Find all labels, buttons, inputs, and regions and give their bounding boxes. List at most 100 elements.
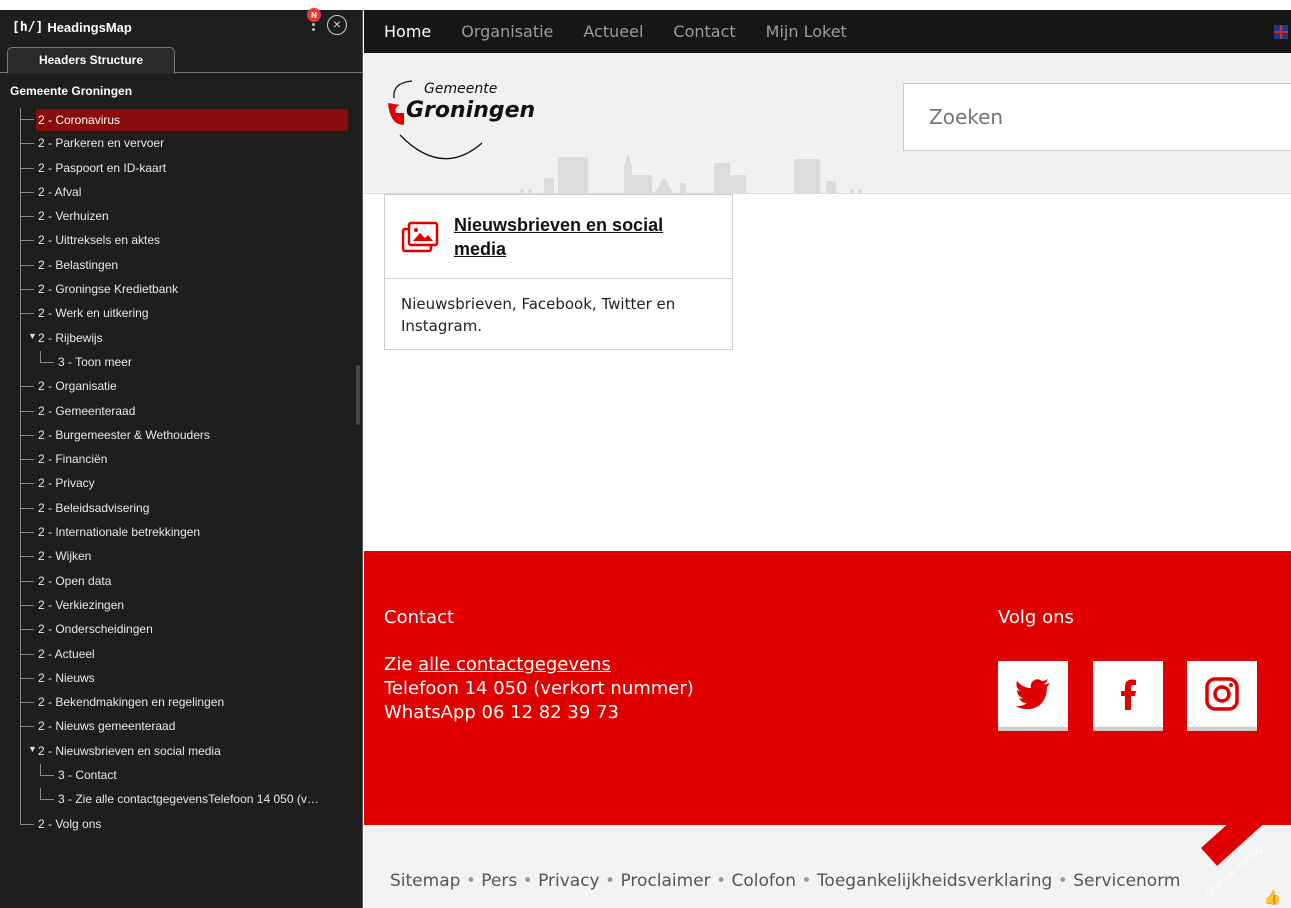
tree-item-label[interactable]: 2 - Internationale betrekkingen (38, 525, 200, 539)
tree-item[interactable]: ▼ 2 - Nieuwsbrieven en social media (0, 739, 362, 765)
tree-item[interactable]: ▼ 2 - Rijbewijs (0, 326, 362, 351)
tree-item-label[interactable]: 2 - Uittreksels en aktes (38, 233, 160, 247)
tree-item[interactable]: 2 - Actueel (0, 642, 362, 667)
tree-item[interactable]: 3 - Zie alle contactgegevensTelefoon 14 … (0, 788, 362, 813)
tree-item-label[interactable]: 2 - Nieuws (38, 671, 95, 685)
tree-item[interactable]: 2 - Nieuws gemeenteraad (0, 715, 362, 740)
tree-item-label[interactable]: 2 - Onderscheidingen (38, 622, 153, 636)
tree-item[interactable]: 2 - Financiën (0, 448, 362, 473)
tree-item[interactable]: 2 - Privacy (0, 472, 362, 497)
tree-item-label[interactable]: 3 - Contact (58, 768, 117, 782)
tree-item-label[interactable]: 2 - Actueel (38, 647, 95, 661)
top-navigation: Home Organisatie Actueel Contact Mijn Lo… (364, 10, 1291, 53)
tree-item[interactable]: 2 - Groningse Kredietbank (0, 278, 362, 303)
uk-flag-icon[interactable] (1274, 25, 1288, 39)
tree-item-label[interactable]: 2 - Volg ons (38, 817, 101, 831)
footer-link[interactable]: Proclaimer (620, 871, 710, 891)
tree-item[interactable]: 2 - Burgemeester & Wethouders (0, 423, 362, 449)
contact-link[interactable]: alle contactgegevens (418, 654, 611, 675)
tree-item-label[interactable]: 2 - Privacy (38, 476, 95, 490)
link-separator: • (517, 871, 539, 891)
tree-item[interactable]: 2 - Afval (0, 180, 362, 206)
footer-link[interactable]: Pers (481, 871, 517, 891)
tree-item[interactable]: 2 - Open data (0, 569, 362, 594)
more-options-icon[interactable] (312, 23, 316, 33)
tree-item[interactable]: 2 - Onderscheidingen (0, 618, 362, 643)
tree-item-label[interactable]: 2 - Werk en uitkering (38, 306, 149, 320)
site-header: Gemeente Groningen (364, 53, 1291, 194)
tree-item[interactable]: 2 - Internationale betrekkingen (0, 521, 362, 546)
expand-caret-icon[interactable]: ▼ (28, 331, 37, 341)
tree-item-label[interactable]: 2 - Open data (38, 574, 111, 588)
tree-item[interactable]: 2 - Verkiezingen (0, 593, 362, 619)
logo-text-main: Groningen (406, 98, 535, 123)
tree-item-label[interactable]: 2 - Gemeenteraad (38, 404, 135, 418)
tree-item[interactable]: 2 - Bekendmakingen en regelingen (0, 691, 362, 716)
news-card-description: Nieuwsbrieven, Facebook, Twitter en Inst… (401, 295, 676, 335)
tree-item[interactable]: 2 - Parkeren en vervoer (0, 132, 362, 157)
thumbs-up-icon: 👍 (1263, 889, 1281, 905)
tree-item[interactable]: 2 - Paspoort en ID-kaart (0, 156, 362, 181)
tree-item[interactable]: 2 - Volg ons (0, 812, 362, 837)
tree-item-label[interactable]: 2 - Beleidsadvisering (38, 501, 149, 515)
footer-link[interactable]: Privacy (538, 871, 600, 891)
tree-item-label[interactable]: 2 - Verhuizen (38, 209, 109, 223)
nav-mijn-loket[interactable]: Mijn Loket (766, 22, 847, 41)
tree-item-label[interactable]: 3 - Zie alle contactgegevensTelefoon 14 … (58, 792, 319, 806)
tree-item[interactable]: 3 - Contact (0, 764, 362, 789)
tree-item[interactable]: 2 - Coronavirus (0, 108, 362, 133)
feedback-ribbon[interactable]: Geef uw mening 👍 (1171, 818, 1291, 908)
tree-item-label[interactable]: 2 - Burgemeester & Wethouders (38, 428, 210, 442)
facebook-icon[interactable] (1093, 661, 1163, 731)
tab-bar: Headers Structure (0, 47, 362, 74)
tree-item-label[interactable]: 2 - Financiën (38, 452, 107, 466)
nav-home[interactable]: Home (384, 22, 431, 41)
tree-item[interactable]: 2 - Verhuizen (0, 205, 362, 230)
tree-item-label[interactable]: 2 - Nieuwsbrieven en social media (38, 744, 221, 758)
logo-text-top: Gemeente (424, 81, 497, 97)
twitter-icon[interactable] (998, 661, 1068, 731)
tree-item-label[interactable]: 2 - Belastingen (38, 258, 118, 272)
tree-item[interactable]: 2 - Wijken (0, 545, 362, 570)
tree-item-label[interactable]: 2 - Wijken (38, 549, 91, 563)
tree-item[interactable]: 2 - Organisatie (0, 375, 362, 400)
news-card[interactable]: Nieuwsbrieven en social media Nieuwsbrie… (384, 194, 733, 350)
tree-item[interactable]: 2 - Beleidsadvisering (0, 496, 362, 522)
tree-item-label[interactable]: 2 - Parkeren en vervoer (38, 136, 164, 150)
tree-item[interactable]: 2 - Uittreksels en aktes (0, 229, 362, 254)
tree-item-label[interactable]: 3 - Toon meer (58, 355, 132, 369)
tree-root-label[interactable]: Gemeente Groningen (10, 84, 132, 98)
tree-item-label[interactable]: 2 - Bekendmakingen en regelingen (38, 695, 224, 709)
nav-actueel[interactable]: Actueel (583, 22, 643, 41)
tree-item-label[interactable]: 2 - Coronavirus (36, 109, 348, 131)
instagram-icon[interactable] (1187, 661, 1257, 731)
link-separator: • (599, 871, 621, 891)
nav-organisatie[interactable]: Organisatie (461, 22, 553, 41)
tree-item[interactable]: 2 - Gemeenteraad (0, 399, 362, 424)
footer-link[interactable]: Toegankelijkheidsverklaring (817, 871, 1052, 891)
footer-link[interactable]: Sitemap (390, 871, 460, 891)
footer-link[interactable]: Servicenorm (1073, 871, 1180, 891)
panel-scrollbar[interactable] (356, 365, 360, 425)
news-card-title[interactable]: Nieuwsbrieven en social media (454, 213, 714, 261)
headingsmap-title: HeadingsMap (47, 19, 132, 35)
tree-item-label[interactable]: 2 - Organisatie (38, 379, 117, 393)
footer-link[interactable]: Colofon (732, 871, 797, 891)
notification-badge[interactable]: N (307, 8, 321, 22)
groningen-logo[interactable]: Gemeente Groningen (382, 73, 552, 173)
close-icon[interactable]: × (327, 15, 347, 35)
tree-item-label[interactable]: 2 - Paspoort en ID-kaart (38, 161, 166, 175)
tree-item-label[interactable]: 2 - Verkiezingen (38, 598, 124, 612)
search-input[interactable] (903, 83, 1291, 151)
tree-item-label[interactable]: 2 - Afval (38, 185, 81, 199)
tree-item[interactable]: 3 - Toon meer (0, 350, 362, 376)
tree-item[interactable]: 2 - Belastingen (0, 253, 362, 279)
expand-caret-icon[interactable]: ▼ (28, 744, 37, 754)
tree-item[interactable]: 2 - Nieuws (0, 666, 362, 692)
nav-contact[interactable]: Contact (673, 22, 735, 41)
tree-item-label[interactable]: 2 - Nieuws gemeenteraad (38, 719, 175, 733)
tree-item-label[interactable]: 2 - Rijbewijs (38, 331, 103, 345)
tree-item-label[interactable]: 2 - Groningse Kredietbank (38, 282, 178, 296)
tree-item[interactable]: 2 - Werk en uitkering (0, 302, 362, 327)
tab-headers-structure[interactable]: Headers Structure (7, 47, 175, 74)
